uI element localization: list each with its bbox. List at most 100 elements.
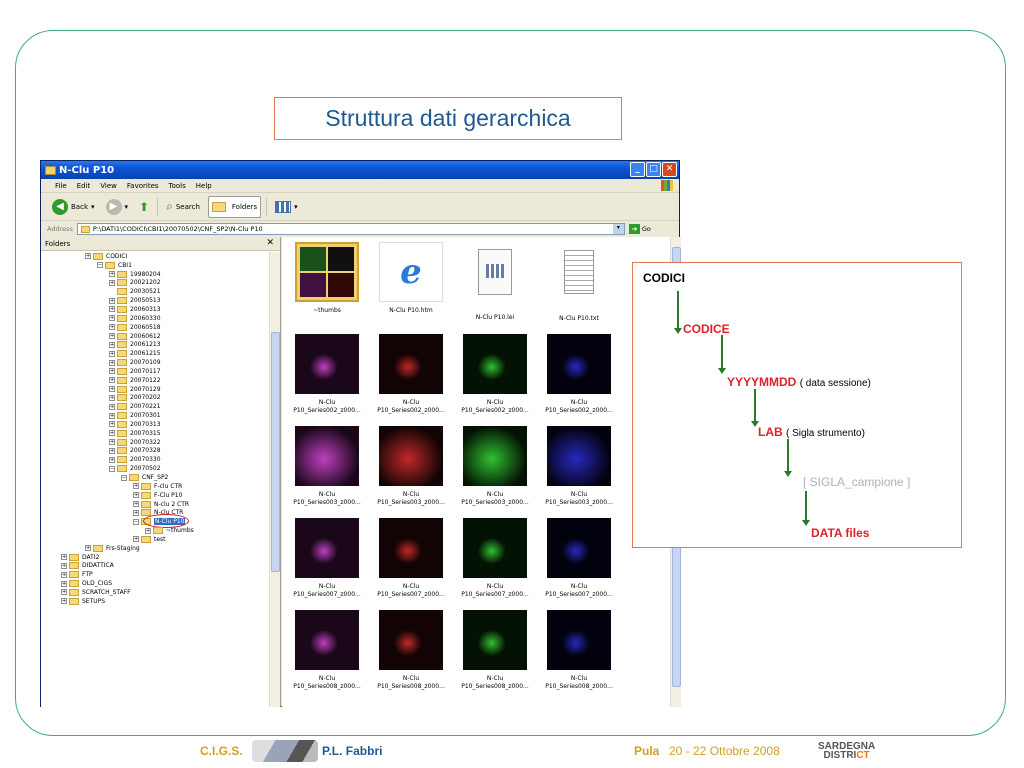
file-item[interactable]: ~thumbs xyxy=(286,242,368,315)
tree-item[interactable]: +20070315 xyxy=(41,429,269,438)
back-button[interactable]: ◀ Back ▾ xyxy=(49,196,98,218)
maximize-button[interactable]: □ xyxy=(646,162,661,177)
expand-icon[interactable]: + xyxy=(61,580,67,587)
tree-item[interactable]: + F-clu CTR xyxy=(41,482,269,491)
tree-item[interactable]: − CNF_SP2 xyxy=(41,473,269,482)
file-item[interactable]: N-Clu P10_Series007_z000... xyxy=(538,518,620,599)
tree-item[interactable]: +20060518 xyxy=(41,323,269,332)
tree-item[interactable]: +20060330 xyxy=(41,314,269,323)
file-item[interactable]: N-Clu P10_Series002_z000... xyxy=(454,334,536,415)
tree-item[interactable]: +20060313 xyxy=(41,305,269,314)
expand-icon[interactable]: + xyxy=(61,598,67,605)
file-item[interactable]: N-Clu P10.lei xyxy=(454,242,536,322)
tree-item[interactable]: +20070129 xyxy=(41,385,269,394)
expand-icon[interactable]: + xyxy=(61,554,67,561)
tree-item[interactable]: + F-Clu P10 xyxy=(41,491,269,500)
expand-icon[interactable]: + xyxy=(109,368,115,375)
tree-item[interactable]: +20061215 xyxy=(41,349,269,358)
tree-item[interactable]: +20070330 xyxy=(41,455,269,464)
tree-item[interactable]: − 20070502 xyxy=(41,464,269,473)
expand-icon[interactable]: + xyxy=(109,412,115,419)
expand-icon[interactable]: + xyxy=(61,562,67,569)
expand-icon[interactable]: + xyxy=(85,253,91,260)
file-item[interactable]: N-Clu P10_Series003_z000... xyxy=(538,426,620,507)
expand-icon[interactable]: + xyxy=(133,536,139,543)
address-input[interactable]: P:\DATI1\CODICI\CBI1\20070502\CNF_SP2\N-… xyxy=(76,223,625,235)
file-item[interactable]: N-Clu P10_Series007_z000... xyxy=(370,518,452,599)
collapse-icon[interactable]: − xyxy=(133,518,139,525)
collapse-icon[interactable]: − xyxy=(109,465,115,472)
expand-icon[interactable]: + xyxy=(109,394,115,401)
tree-item[interactable]: − N-Clu P10 xyxy=(41,514,269,529)
window-titlebar[interactable]: N-Clu P10 _ □ ✕ xyxy=(41,161,679,179)
tree-item[interactable]: +20070109 xyxy=(41,358,269,367)
tree-item[interactable]: +20021202 xyxy=(41,279,269,288)
dropdown-arrow-icon[interactable]: ▾ xyxy=(91,203,95,211)
up-folder-button[interactable]: ⬆ xyxy=(136,196,152,218)
expand-icon[interactable]: + xyxy=(109,456,115,463)
tree-item[interactable]: + FTP xyxy=(41,570,269,579)
menu-item[interactable]: File xyxy=(55,182,67,190)
tree-item[interactable]: + OLD_CIGS xyxy=(41,579,269,588)
tree-item[interactable]: +20070322 xyxy=(41,438,269,447)
expand-icon[interactable]: + xyxy=(109,430,115,437)
tree-item[interactable]: +19980204 xyxy=(41,270,269,279)
menu-item[interactable]: View xyxy=(100,182,117,190)
file-item[interactable]: N-Clu P10.txt xyxy=(538,242,620,323)
expand-icon[interactable]: + xyxy=(133,492,139,499)
expand-icon[interactable]: + xyxy=(133,483,139,490)
expand-icon[interactable]: + xyxy=(145,527,151,534)
menu-item[interactable]: Tools xyxy=(169,182,186,190)
file-item[interactable]: e N-Clu P10.htm xyxy=(370,242,452,315)
expand-icon[interactable]: + xyxy=(109,333,115,340)
expand-icon[interactable]: + xyxy=(109,350,115,357)
tree-item[interactable]: +20061213 xyxy=(41,340,269,349)
tree-item[interactable]: 20030521 xyxy=(41,287,269,296)
tree-item[interactable]: +20070221 xyxy=(41,402,269,411)
tree-item[interactable]: + CODICI xyxy=(41,252,269,261)
expand-icon[interactable]: + xyxy=(109,359,115,366)
file-item[interactable]: N-Clu P10_Series003_z000... xyxy=(454,426,536,507)
tree-item[interactable]: +20070301 xyxy=(41,411,269,420)
tree-item[interactable]: + SCRATCH_STAFF xyxy=(41,588,269,597)
expand-icon[interactable]: + xyxy=(109,377,115,384)
expand-icon[interactable]: + xyxy=(109,297,115,304)
file-item[interactable]: N-Clu P10_Series002_z000... xyxy=(538,334,620,415)
folders-button[interactable]: Folders xyxy=(207,195,262,218)
file-item[interactable]: N-Clu P10_Series008_z000... xyxy=(286,610,368,691)
file-item[interactable]: N-Clu P10_Series007_z000... xyxy=(286,518,368,599)
expand-icon[interactable]: + xyxy=(109,306,115,313)
tree-scrollbar[interactable] xyxy=(269,252,280,707)
go-button[interactable]: ➜ Go xyxy=(628,224,651,234)
forward-button[interactable]: ▶ ▾ xyxy=(103,196,132,218)
expand-icon[interactable]: + xyxy=(109,315,115,322)
file-item[interactable]: N-Clu P10_Series002_z000... xyxy=(370,334,452,415)
tree-item[interactable]: +20060612 xyxy=(41,332,269,341)
menu-item[interactable]: Edit xyxy=(77,182,91,190)
tree-item[interactable]: + Frs-Staging xyxy=(41,544,269,553)
collapse-icon[interactable]: − xyxy=(121,474,127,481)
expand-icon[interactable]: + xyxy=(61,589,67,596)
file-item[interactable]: N-Clu P10_Series003_z000... xyxy=(286,426,368,507)
expand-icon[interactable]: + xyxy=(109,271,115,278)
tree-item[interactable]: +20070117 xyxy=(41,367,269,376)
expand-icon[interactable]: + xyxy=(133,509,139,516)
dropdown-arrow-icon[interactable]: ▾ xyxy=(294,203,298,211)
tree-item[interactable]: + N-clu 2 CTR xyxy=(41,500,269,509)
tree-item[interactable]: + SETUPS xyxy=(41,597,269,606)
tree-item[interactable]: − CBI1 xyxy=(41,261,269,270)
tree-item[interactable]: + DIDATTICA xyxy=(41,562,269,571)
file-item[interactable]: N-Clu P10_Series008_z000... xyxy=(454,610,536,691)
search-button[interactable]: ⌕ Search xyxy=(163,196,203,218)
close-button[interactable]: ✕ xyxy=(662,162,677,177)
minimize-button[interactable]: _ xyxy=(630,162,645,177)
expand-icon[interactable]: + xyxy=(109,439,115,446)
tree-item[interactable]: + test xyxy=(41,535,269,544)
tree-item[interactable]: +20070202 xyxy=(41,394,269,403)
expand-icon[interactable]: + xyxy=(85,545,91,552)
tree-item[interactable]: +20070313 xyxy=(41,420,269,429)
menu-item[interactable]: Help xyxy=(196,182,212,190)
expand-icon[interactable]: + xyxy=(109,403,115,410)
expand-icon[interactable]: + xyxy=(109,279,115,286)
scrollbar-thumb[interactable] xyxy=(271,332,280,572)
